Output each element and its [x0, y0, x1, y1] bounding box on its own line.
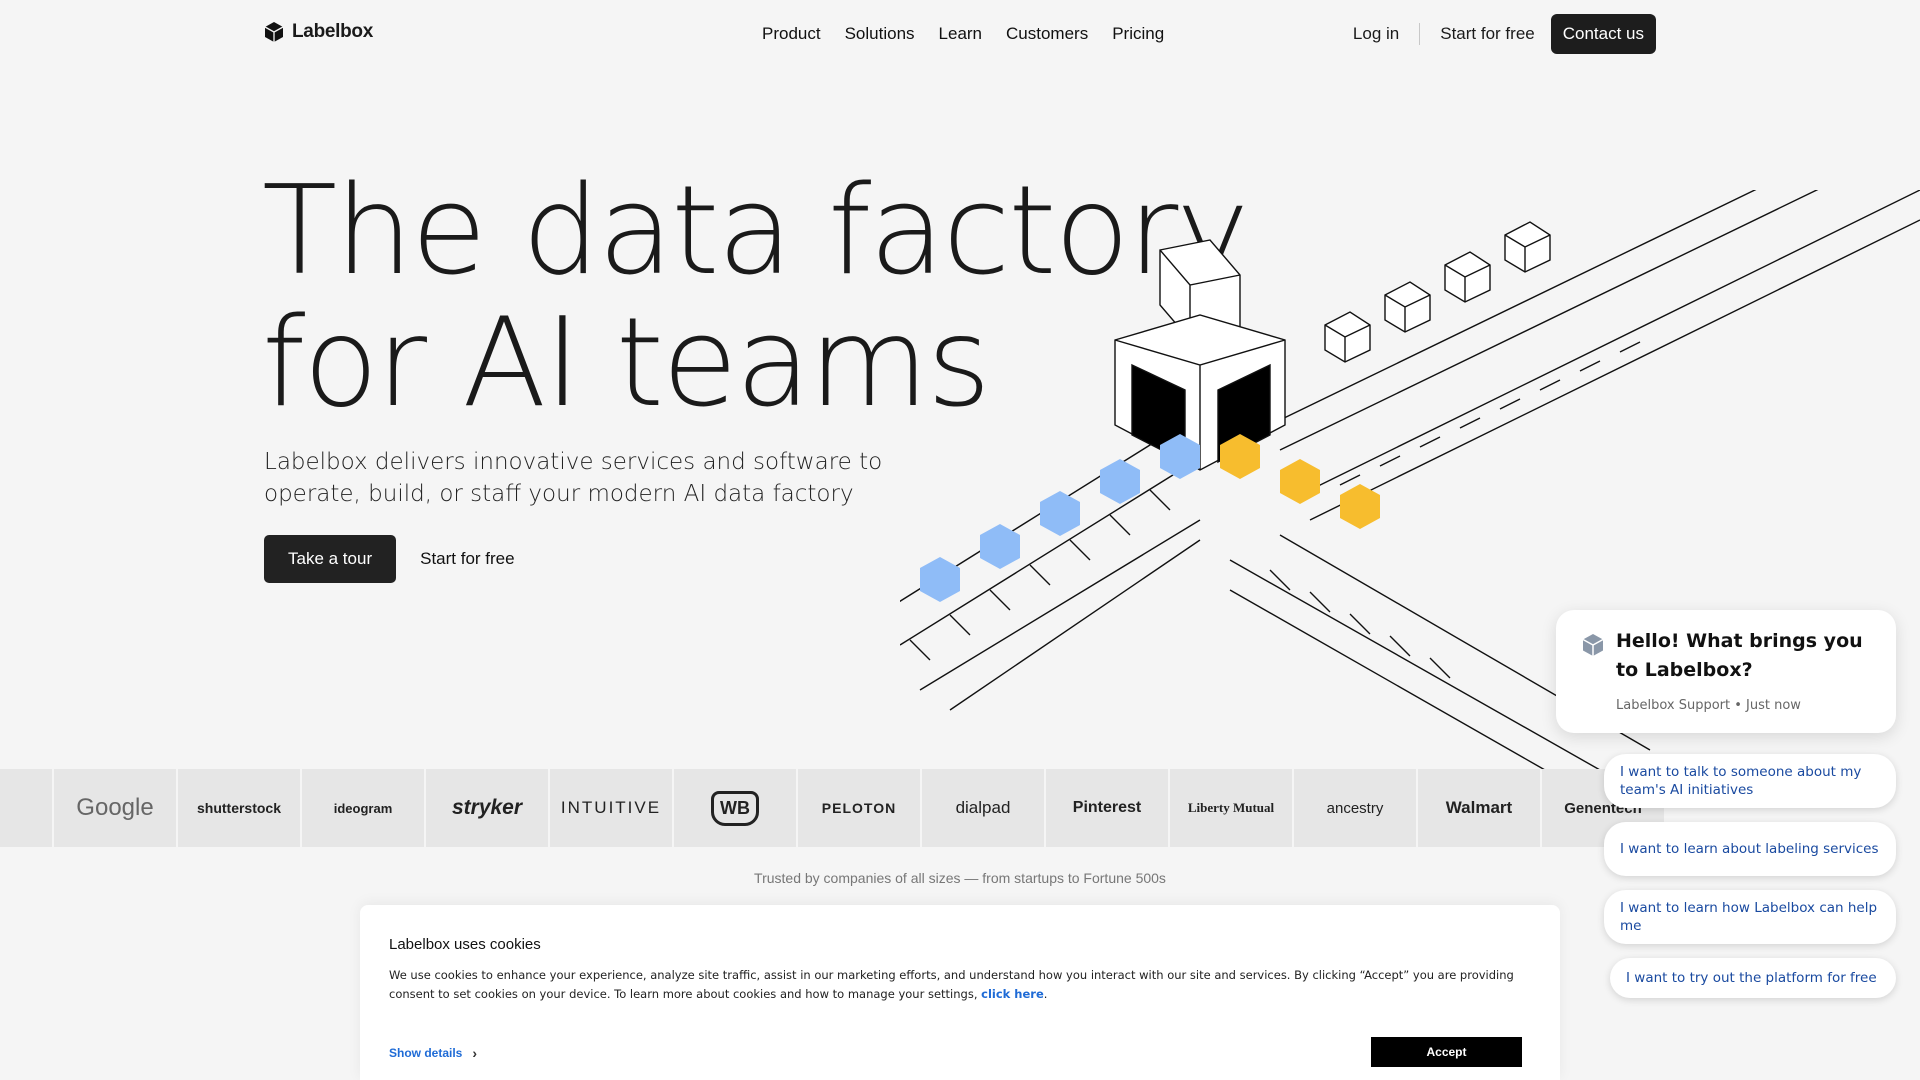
customer-logo-peloton: PELOTON: [798, 769, 920, 847]
customer-logo-walmart: Walmart: [1418, 769, 1540, 847]
show-details-label: Show details: [389, 1046, 463, 1060]
customer-logo-text: Liberty Mutual: [1187, 800, 1275, 815]
cookie-title: Labelbox uses cookies: [389, 936, 541, 953]
chat-option-try[interactable]: I want to try out the platform for free: [1610, 958, 1896, 998]
customer-logo-text: PELOTON: [821, 800, 897, 816]
customer-logo-liberty-mutual: Liberty Mutual: [1170, 769, 1292, 847]
chat-option-talk[interactable]: I want to talk to someone about my team'…: [1604, 754, 1896, 808]
nav-link-product[interactable]: Product: [762, 24, 821, 44]
take-tour-button[interactable]: Take a tour: [264, 535, 397, 583]
nav-links: Product Solutions Learn Customers Pricin…: [762, 24, 1164, 44]
labelbox-avatar-icon: [1582, 634, 1604, 656]
chat-meta: Labelbox Support • Just now: [1616, 698, 1801, 713]
nav-actions: Log in Start for free Contact us: [1337, 14, 1656, 54]
hero-actions: Take a tour Start for free: [264, 535, 515, 583]
customer-logo-pinterest: Pinterest: [1046, 769, 1168, 847]
customer-logo-text: Google: [76, 794, 154, 821]
contact-us-button[interactable]: Contact us: [1550, 14, 1656, 54]
accept-cookies-button[interactable]: Accept: [1371, 1037, 1522, 1067]
customer-logo-dialpad: dialpad: [922, 769, 1044, 847]
customer-logo-text: Walmart: [1445, 798, 1513, 817]
logo-cell-partial: [0, 769, 52, 847]
labelbox-logo-icon: [264, 22, 284, 42]
customer-logo-text: stryker: [451, 796, 523, 819]
chat-option-labeling[interactable]: I want to learn about labeling services: [1604, 822, 1896, 876]
start-free-hero-link[interactable]: Start for free: [420, 549, 514, 569]
customer-logo-text: INTUITIVE: [560, 798, 662, 817]
customer-logo-text: shutterstock: [196, 800, 282, 816]
nav-link-learn[interactable]: Learn: [939, 24, 982, 44]
customer-logo-text: dialpad: [955, 798, 1011, 817]
chat-greeting-card[interactable]: Hello! What brings you to Labelbox? Labe…: [1556, 610, 1896, 733]
chevron-right-icon: ›: [472, 1045, 478, 1061]
cookie-body-period: .: [1043, 987, 1048, 1001]
nav-link-customers[interactable]: Customers: [1006, 24, 1088, 44]
customer-logo-ideogram: ideogram: [302, 769, 424, 847]
customer-logo-wb: WB: [674, 769, 796, 847]
customer-logo-google: Google: [54, 769, 176, 847]
cookie-body: We use cookies to enhance your experienc…: [389, 966, 1529, 1004]
customer-logo-text: Pinterest: [1072, 799, 1142, 816]
nav-link-pricing[interactable]: Pricing: [1112, 24, 1164, 44]
brand-name: Labelbox: [292, 21, 374, 42]
customer-logo-stryker: stryker: [426, 769, 548, 847]
customer-logo-shutterstock: shutterstock: [178, 769, 300, 847]
brand-logo[interactable]: Labelbox: [264, 21, 373, 43]
cookie-banner: Labelbox uses cookies We use cookies to …: [360, 905, 1560, 1080]
customer-logo-text: ancestry: [1326, 799, 1384, 817]
chat-option-learn[interactable]: I want to learn how Labelbox can help me: [1604, 890, 1896, 944]
customer-logo-text: WB: [711, 790, 759, 826]
hero-subtitle: Labelbox delivers innovative services an…: [264, 449, 883, 507]
customer-logo-text: ideogram: [333, 800, 393, 816]
chat-greeting: Hello! What brings you to Labelbox?: [1616, 630, 1863, 681]
nav-link-solutions[interactable]: Solutions: [845, 24, 915, 44]
show-details-button[interactable]: Show details ›: [389, 1045, 477, 1061]
cookie-body-text: We use cookies to enhance your experienc…: [389, 968, 1514, 1001]
login-link[interactable]: Log in: [1337, 24, 1415, 44]
top-nav: Labelbox Product Solutions Learn Custome…: [0, 0, 1920, 70]
nav-divider: [1419, 23, 1421, 45]
customer-logo-intuitive: INTUITIVE: [550, 769, 672, 847]
start-free-nav-link[interactable]: Start for free: [1424, 24, 1550, 44]
customer-logo-ancestry: ancestry: [1294, 769, 1416, 847]
cookie-policy-link[interactable]: click here: [981, 987, 1044, 1001]
